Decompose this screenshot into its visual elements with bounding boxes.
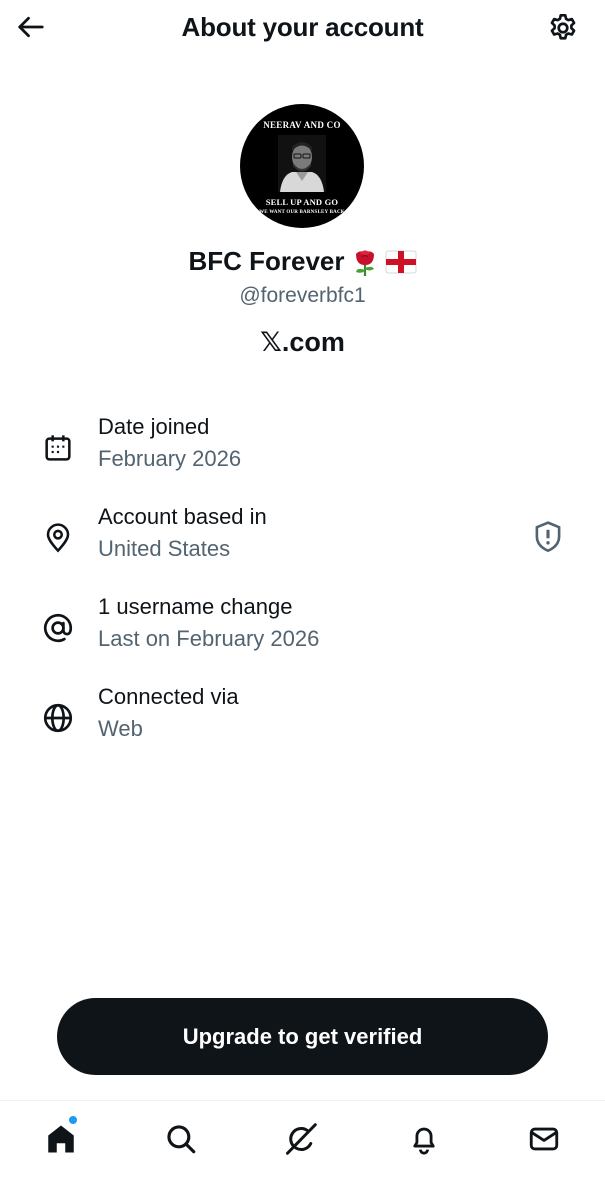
info-username-change: 1 username change Last on February 2026 [0, 594, 605, 664]
nav-notifications[interactable] [404, 1119, 444, 1159]
info-subtitle: Last on February 2026 [98, 626, 320, 651]
nav-grok[interactable] [281, 1119, 321, 1159]
home-icon [48, 1125, 74, 1153]
nav-home[interactable] [41, 1119, 81, 1159]
avatar[interactable]: NEERAV AND CO SELL UP AND GO WE WANT OUR… [240, 104, 364, 228]
info-subtitle: United States [98, 536, 231, 561]
globe-icon [38, 698, 78, 738]
england-flag-icon [385, 250, 417, 273]
gear-icon [550, 13, 576, 40]
info-title: 1 username change [98, 594, 293, 619]
avatar-text-bottom: WE WANT OUR BARNSLEY BACK [259, 210, 345, 215]
info-title: Account based in [98, 504, 267, 529]
info-account-based-in[interactable]: Account based in United States [0, 504, 605, 574]
nav-search[interactable] [161, 1119, 201, 1159]
info-title: Date joined [98, 414, 210, 439]
rose-emoji-icon [355, 250, 374, 276]
person-photo [278, 135, 326, 192]
notification-dot [68, 1115, 78, 1125]
search-icon [167, 1125, 196, 1154]
top-bar: About your account [0, 0, 605, 56]
avatar-text-middle: SELL UP AND GO [265, 197, 339, 207]
notifications-icon [413, 1127, 435, 1155]
calendar-icon [38, 428, 78, 468]
grok-icon [286, 1123, 317, 1155]
bottom-nav [0, 1100, 605, 1200]
info-subtitle: February 2026 [98, 446, 242, 471]
info-connected-via: Connected via Web [0, 684, 605, 754]
user-handle: @foreverbfc1 [239, 284, 366, 307]
at-sign-icon [38, 608, 78, 648]
info-title: Connected via [98, 684, 239, 709]
page-title: About your account [181, 12, 424, 42]
display-name: BFC Forever [188, 246, 345, 276]
location-pin-icon [38, 518, 78, 558]
nav-messages[interactable] [524, 1119, 564, 1159]
upgrade-verified-button[interactable]: Upgrade to get verified [57, 998, 548, 1075]
site-label: 𝕏.com [260, 327, 345, 357]
info-date-joined: Date joined February 2026 [0, 414, 605, 484]
info-subtitle: Web [98, 716, 143, 741]
messages-icon [529, 1127, 559, 1151]
settings-button[interactable] [545, 10, 581, 46]
display-name-row: BFC Forever [0, 246, 605, 277]
avatar-text-top: NEERAV AND CO [263, 120, 341, 130]
shield-alert-icon[interactable] [531, 520, 565, 554]
